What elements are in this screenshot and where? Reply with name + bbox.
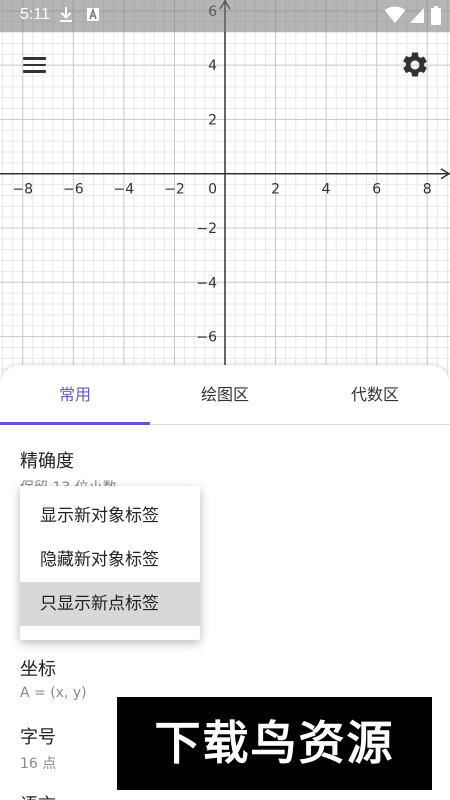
y-tick-label: −2 — [196, 221, 217, 237]
y-tick-label: 4 — [208, 58, 217, 74]
watermark-logo: 下载鸟资源 — [117, 697, 432, 790]
tab-algebra[interactable]: 代数区 — [300, 365, 450, 425]
y-tick-label: 2 — [208, 112, 217, 128]
setting-language-title: 语言 — [20, 791, 56, 800]
menu-item-show-new-labels[interactable]: 显示新对象标签 — [20, 494, 200, 538]
x-tick-label: −4 — [114, 182, 135, 198]
wifi-icon — [384, 6, 406, 23]
menu-button[interactable] — [18, 50, 52, 80]
status-bar: 5:11 — [0, 0, 450, 32]
signal-icon — [410, 8, 424, 23]
setting-font-size[interactable]: 字号 16 点 — [20, 723, 56, 773]
gear-icon — [403, 52, 427, 77]
setting-coordinates-title: 坐标 — [20, 659, 56, 680]
status-time: 5:11 — [20, 6, 50, 23]
x-tick-label: 2 — [271, 182, 280, 198]
settings-button[interactable] — [398, 50, 432, 80]
download-icon — [60, 7, 72, 22]
battery-icon — [431, 6, 441, 25]
graphics-view[interactable]: −8−6−4−202468642−2−4−6 — [0, 0, 450, 380]
x-tick-label: −8 — [12, 182, 33, 198]
setting-coordinates-value: A = (x, y) — [20, 685, 87, 701]
y-tick-label: −4 — [196, 275, 217, 291]
active-tab-indicator — [0, 422, 150, 425]
setting-font-size-value: 16 点 — [20, 756, 57, 772]
labeling-options-menu: 显示新对象标签 隐藏新对象标签 只显示新点标签 — [20, 486, 200, 640]
setting-precision-title: 精确度 — [20, 451, 74, 472]
settings-tab-bar: 常用 绘图区 代数区 — [0, 365, 450, 425]
coordinate-plane[interactable]: −8−6−4−202468642−2−4−6 — [0, 0, 450, 380]
x-tick-label: −6 — [63, 182, 84, 198]
setting-language[interactable]: 语言 — [20, 791, 56, 800]
tick-labels: −8−6−4−202468642−2−4−6 — [12, 4, 431, 346]
tab-graphics[interactable]: 绘图区 — [150, 365, 300, 425]
menu-item-hide-new-labels[interactable]: 隐藏新对象标签 — [20, 538, 200, 582]
setting-coordinates[interactable]: 坐标 A = (x, y) — [20, 655, 87, 701]
y-tick-label: −6 — [196, 330, 217, 346]
x-tick-label: −2 — [164, 182, 185, 198]
hamburger-menu-icon — [18, 50, 52, 73]
setting-font-size-title: 字号 — [20, 727, 56, 748]
origin-label: 0 — [208, 182, 217, 198]
text-a-icon — [87, 7, 99, 21]
x-tick-label: 8 — [423, 182, 432, 198]
x-tick-label: 4 — [322, 182, 331, 198]
x-tick-label: 6 — [372, 182, 381, 198]
menu-item-new-points-only[interactable]: 只显示新点标签 — [20, 582, 200, 626]
tab-general[interactable]: 常用 — [0, 365, 150, 425]
